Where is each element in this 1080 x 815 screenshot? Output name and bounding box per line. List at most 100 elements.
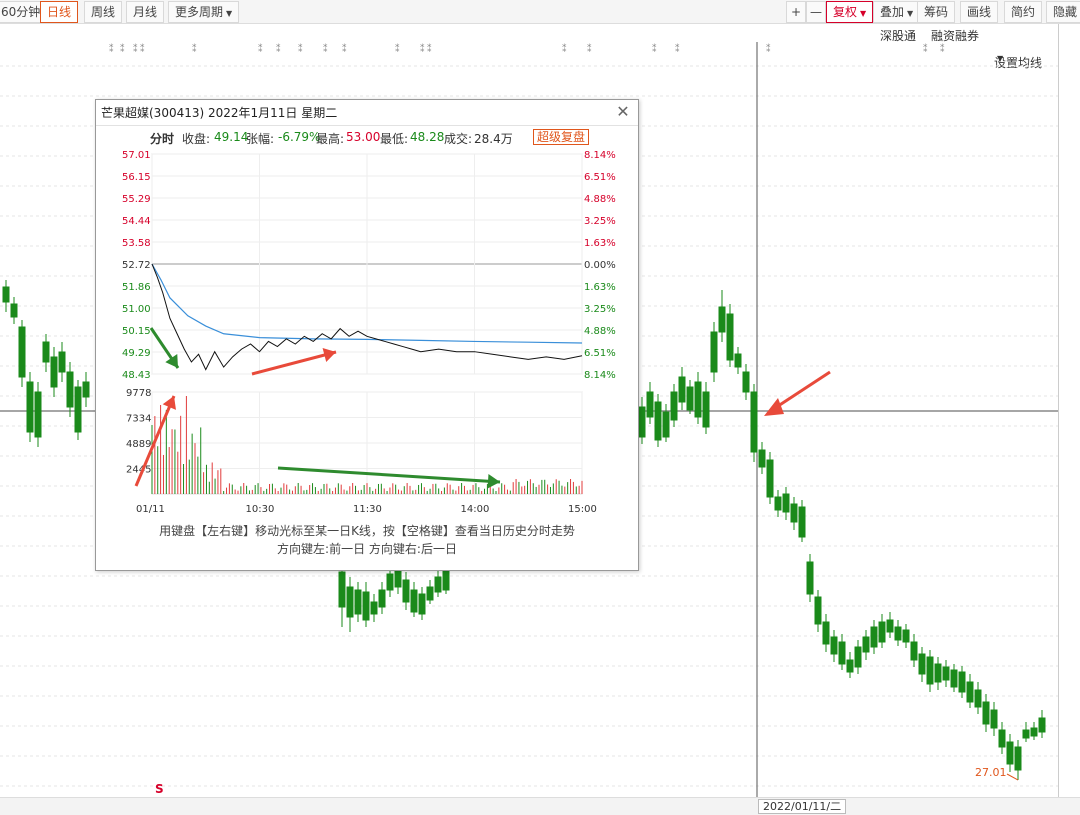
candle-body <box>830 636 838 655</box>
candle-body <box>378 589 386 608</box>
tab-intraday[interactable]: 分时 <box>150 130 174 147</box>
candle-body <box>654 401 662 441</box>
annotation-arrow-head <box>764 398 784 416</box>
time-tick-label: 11:30 <box>353 504 382 515</box>
candle-body <box>346 586 354 618</box>
popup-title-text: 芒果超媒(300413) 2022年1月11日 星期二 <box>101 106 338 120</box>
candle-body <box>678 376 686 403</box>
candle-body <box>982 701 990 725</box>
chips-button[interactable]: 筹码 <box>917 1 956 23</box>
time-tick-label: 14:00 <box>461 504 490 515</box>
event-marker-glyph: ⁑ <box>395 43 400 55</box>
event-marker-glyph: ⁑ <box>133 43 138 55</box>
more-periods-dropdown[interactable]: 更多周期 ▼ <box>168 1 240 23</box>
volume-tick-label: 7334 <box>126 414 151 425</box>
candle-body <box>58 351 66 373</box>
candle-body <box>846 659 854 673</box>
candle-body <box>782 493 790 513</box>
pct-tick-label: 8.14% <box>584 150 616 161</box>
pct-tick-label: 1.63% <box>584 238 616 249</box>
price-tick-label: 52.72 <box>122 260 151 271</box>
candle-body <box>790 503 798 523</box>
period-daily-button[interactable]: 日线 <box>40 1 79 23</box>
candle-body <box>934 663 942 683</box>
candle-body <box>354 589 362 615</box>
low-label: 最低: <box>380 132 409 146</box>
adjust-rights-dropdown[interactable]: 复权 ▼ <box>826 1 874 23</box>
price-tick-label: 53.58 <box>122 238 151 249</box>
candle-body <box>362 591 370 621</box>
close-icon[interactable]: ✕ <box>614 103 632 121</box>
intraday-chart[interactable]: 57.01 8.14% 56.15 6.51% 55.29 4.88% 54.44 3.25%… <box>96 146 638 518</box>
pct-tick-label: 3.25% <box>584 216 616 227</box>
candle-body <box>394 569 402 588</box>
hide-button[interactable]: 隐藏 <box>1046 1 1080 23</box>
candle-body <box>774 496 782 511</box>
green-volume-arrow-head <box>487 474 500 489</box>
candle-body <box>402 579 410 603</box>
red-up-arrow-head <box>322 348 336 363</box>
candle-body <box>766 459 774 498</box>
price-tick-label: 49.29 <box>122 348 151 359</box>
candle-body <box>26 381 34 433</box>
candle-body <box>370 601 378 615</box>
period-weekly-button[interactable]: 周线 <box>84 1 123 23</box>
super-replay-button[interactable]: 超级复盘 <box>533 129 590 145</box>
event-marker-glyph: ⁑ <box>420 43 425 55</box>
candle-body <box>862 636 870 653</box>
candle-body <box>950 669 958 688</box>
pct-tick-label: 4.88% <box>584 326 616 337</box>
overlay-dropdown[interactable]: 叠加 ▼ <box>873 1 921 23</box>
candle-body <box>726 313 734 361</box>
volume-value: 28.4万 <box>474 132 513 146</box>
candle-body <box>2 286 10 303</box>
price-tick-label: 57.01 <box>122 150 151 161</box>
candle-body <box>710 331 718 373</box>
pct-tick-label: 4.88% <box>584 194 616 205</box>
candle-body <box>798 506 806 538</box>
low-value: 48.28 <box>410 130 445 144</box>
change-value: -6.79% <box>278 130 321 144</box>
candle-body <box>646 391 654 418</box>
candle-body <box>74 386 82 433</box>
period-monthly-button[interactable]: 月线 <box>126 1 165 23</box>
zoom-in-button[interactable]: + <box>786 1 806 23</box>
zoom-out-button[interactable]: — <box>806 1 826 23</box>
lowest-price-label: 27.01 <box>975 766 1007 779</box>
candle-body <box>966 681 974 703</box>
candle-body <box>998 729 1006 748</box>
candle-body <box>418 593 426 615</box>
price-tick-label: 56.15 <box>122 172 151 183</box>
event-marker-glyph: ⁑ <box>587 43 592 55</box>
candle-body <box>18 326 26 378</box>
right-price-axis <box>1058 24 1080 797</box>
event-marker-glyph: ⁑ <box>766 43 771 55</box>
event-marker-glyph: ⁑ <box>323 43 328 55</box>
keyboard-hint-line2: 方向键左:前一日 方向键右:后一日 <box>277 542 457 556</box>
candle-body <box>758 449 766 468</box>
simple-mode-button[interactable]: 简约 <box>1004 1 1043 23</box>
candle-body <box>66 371 74 408</box>
candle-body <box>942 666 950 681</box>
candle-body <box>814 596 822 625</box>
candle-body <box>742 371 750 393</box>
candle-body <box>702 391 710 428</box>
candle-body <box>1006 741 1014 765</box>
draw-line-button[interactable]: 画线 <box>960 1 999 23</box>
event-marker-glyph: ⁑ <box>258 43 263 55</box>
candle-body <box>434 576 442 593</box>
chevron-down-icon: ▼ <box>860 9 867 18</box>
candle-body <box>902 629 910 643</box>
intraday-history-popup: 芒果超媒(300413) 2022年1月11日 星期二 ✕ 分时 收盘: 49.… <box>95 99 639 571</box>
chevron-down-icon: ▼ <box>907 9 914 18</box>
date-axis-bar <box>0 797 1080 815</box>
close-label: 收盘: <box>182 132 211 146</box>
candle-body <box>638 406 646 438</box>
event-marker-glyph: ⁑ <box>562 43 567 55</box>
candle-body <box>910 641 918 661</box>
lowest-price-pointer <box>1006 773 1019 781</box>
price-tick-label: 55.29 <box>122 194 151 205</box>
event-marker-glyph: ⁑ <box>923 43 928 55</box>
candle-body <box>870 626 878 648</box>
event-marker-glyph: ⁑ <box>192 43 197 55</box>
